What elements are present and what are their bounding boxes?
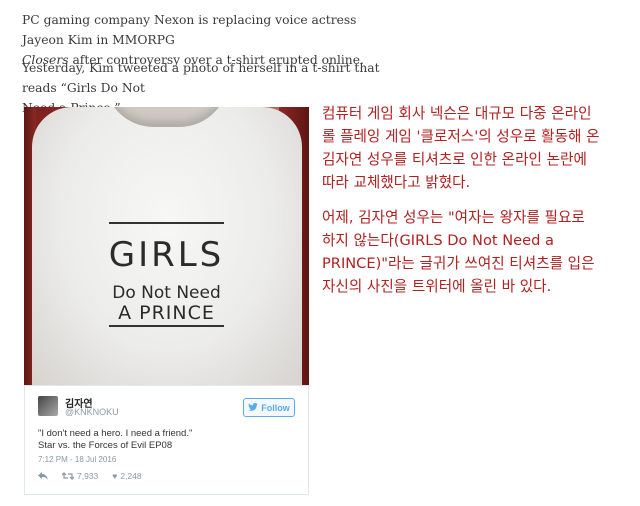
korean-p2-line1: 어제, 김자연 성우는 "여자는 왕자를 필요로 [322, 209, 585, 226]
shirt-rule-bottom [109, 325, 224, 327]
retweet-icon [62, 472, 74, 480]
tweet-author-handle[interactable]: @KNKNOKU [65, 407, 119, 417]
heart-icon: ♥ [112, 471, 118, 481]
shirt-text-girls: GIRLS [108, 235, 225, 275]
tweet-text-line1: "I don't need a hero. I need a friend." [38, 428, 193, 439]
twitter-bird-icon [248, 402, 259, 413]
korean-p2-line2: 하지 않는다(GIRLS Do Not Need a [322, 232, 554, 249]
korean-p1-line1: 컴퓨터 게임 회사 넥슨은 대규모 다중 온라인 [322, 105, 592, 122]
shirt-rule-top [109, 222, 224, 224]
reply-icon[interactable] [38, 472, 48, 480]
article-p1-line1: PC gaming company Nexon is replacing voi… [22, 13, 357, 47]
tweet-actions: 7,933 ♥ 2,248 [38, 471, 142, 481]
avatar[interactable] [38, 396, 58, 416]
tweet-card: 김자연 @KNKNOKU Follow "I don't need a hero… [24, 385, 309, 495]
like-action[interactable]: ♥ 2,248 [112, 471, 141, 481]
korean-p1-line3: 김자연 성우를 티셔츠로 인한 온라인 논란에 [322, 151, 587, 168]
korean-p2-line3: PRINCE)"라는 글귀가 쓰여진 티셔츠를 입은 [322, 255, 595, 272]
shirt-text-a-prince: A PRINCE [118, 302, 215, 324]
follow-label: Follow [261, 402, 290, 413]
article-p2-line1: Yesterday, Kim tweeted a photo of hersel… [22, 61, 380, 95]
like-count: 2,248 [120, 471, 142, 481]
korean-p1-line4: 따라 교체했다고 밝혔다. [322, 174, 471, 191]
korean-p2-line4: 자신의 사진을 트위터에 올린 바 있다. [322, 278, 552, 295]
follow-button[interactable]: Follow [243, 398, 295, 417]
tweet-timestamp[interactable]: 7:12 PM - 18 Jul 2016 [38, 455, 116, 464]
shirt-text-do-not-need: Do Not Need [112, 283, 221, 303]
retweet-action[interactable]: 7,933 [62, 471, 98, 481]
tweet-text-line2: Star vs. the Forces of Evil EP08 [38, 440, 173, 451]
tshirt-photo: GIRLS Do Not Need A PRINCE [24, 107, 309, 385]
retweet-count: 7,933 [77, 471, 99, 481]
korean-p1-line2: 롤 플레잉 게임 '클로저스'의 성우로 활동해 온 [322, 128, 600, 145]
